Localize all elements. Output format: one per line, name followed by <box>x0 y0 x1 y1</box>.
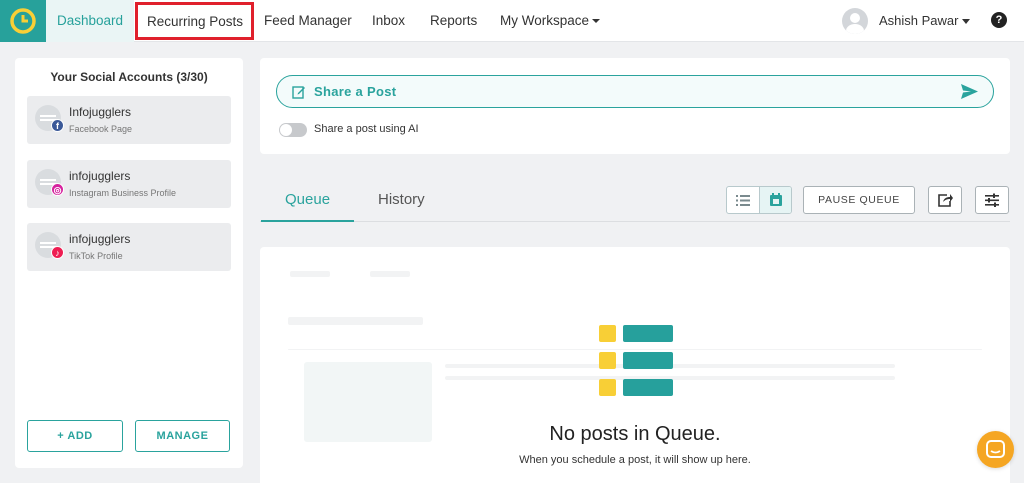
tiktok-icon: ♪ <box>51 246 64 259</box>
active-tab-indicator <box>261 220 354 222</box>
tabs-divider <box>260 221 1010 222</box>
calendar-icon <box>770 193 782 206</box>
share-post-input[interactable]: Share a Post <box>276 75 994 108</box>
list-icon <box>736 195 750 206</box>
ai-toggle[interactable] <box>279 123 307 137</box>
account-type: Instagram Business Profile <box>69 188 177 198</box>
ghost-placeholder <box>290 271 330 277</box>
account-item[interactable]: ◎ infojugglers Instagram Business Profil… <box>27 160 231 208</box>
nav-my-workspace[interactable]: My Workspace <box>500 0 601 42</box>
account-item[interactable]: ♪ infojugglers TikTok Profile <box>27 223 231 271</box>
queue-content-card: No posts in Queue. When you schedule a p… <box>260 247 1010 483</box>
nav-dashboard[interactable]: Dashboard <box>46 0 134 42</box>
sliders-icon <box>985 193 999 207</box>
nav-recurring-posts[interactable]: Recurring Posts <box>135 2 254 40</box>
ai-toggle-label: Share a post using AI <box>314 123 419 135</box>
top-nav-bar: Dashboard Recurring Posts Feed Manager I… <box>0 0 1024 42</box>
user-name[interactable]: Ashish Pawar <box>879 13 958 28</box>
empty-queue-subtitle: When you schedule a post, it will show u… <box>519 454 751 466</box>
nav-feed-manager[interactable]: Feed Manager <box>264 0 352 42</box>
list-view-button[interactable] <box>727 187 759 213</box>
empty-queue-title: No posts in Queue. <box>549 423 721 445</box>
tab-history[interactable]: History <box>378 191 425 208</box>
share-post-label: Share a Post <box>314 84 397 99</box>
calendar-view-button[interactable] <box>759 187 791 213</box>
add-account-button[interactable]: + ADD <box>27 420 123 452</box>
ghost-placeholder <box>370 271 410 277</box>
ghost-placeholder <box>288 317 423 325</box>
share-post-card: Share a Post Share a post using AI <box>260 58 1010 154</box>
share-export-icon <box>938 194 953 207</box>
social-accounts-panel: Your Social Accounts (3/30) f Infojuggle… <box>15 58 243 468</box>
chevron-down-icon <box>592 19 601 24</box>
account-name: infojugglers <box>69 232 131 246</box>
app-logo[interactable] <box>0 0 46 42</box>
user-avatar[interactable] <box>842 8 868 34</box>
account-type: TikTok Profile <box>69 251 123 261</box>
pause-queue-button[interactable]: PAUSE QUEUE <box>803 186 915 214</box>
manage-accounts-button[interactable]: MANAGE <box>135 420 230 452</box>
panel-title: Your Social Accounts (3/30) <box>50 70 208 84</box>
account-type: Facebook Page <box>69 124 133 134</box>
user-menu-chevron-icon[interactable] <box>962 19 970 24</box>
tab-queue[interactable]: Queue <box>285 191 330 208</box>
clock-logo-icon <box>10 8 36 34</box>
chat-support-button[interactable] <box>977 431 1014 468</box>
facebook-icon: f <box>51 119 64 132</box>
nav-inbox[interactable]: Inbox <box>372 0 405 42</box>
filter-settings-button[interactable] <box>975 186 1009 214</box>
help-icon[interactable]: ? <box>991 12 1007 28</box>
chat-icon <box>986 440 1005 458</box>
export-button[interactable] <box>928 186 962 214</box>
nav-reports[interactable]: Reports <box>430 0 477 42</box>
instagram-icon: ◎ <box>51 183 64 196</box>
account-item[interactable]: f Infojugglers Facebook Page <box>27 96 231 144</box>
view-toggle-group <box>726 186 792 214</box>
empty-queue-icon <box>599 325 675 397</box>
account-name: Infojugglers <box>69 105 132 119</box>
send-icon[interactable] <box>961 84 978 99</box>
edit-icon <box>292 86 305 99</box>
nav-my-workspace-label: My Workspace <box>500 13 590 28</box>
account-name: infojugglers <box>69 169 131 183</box>
